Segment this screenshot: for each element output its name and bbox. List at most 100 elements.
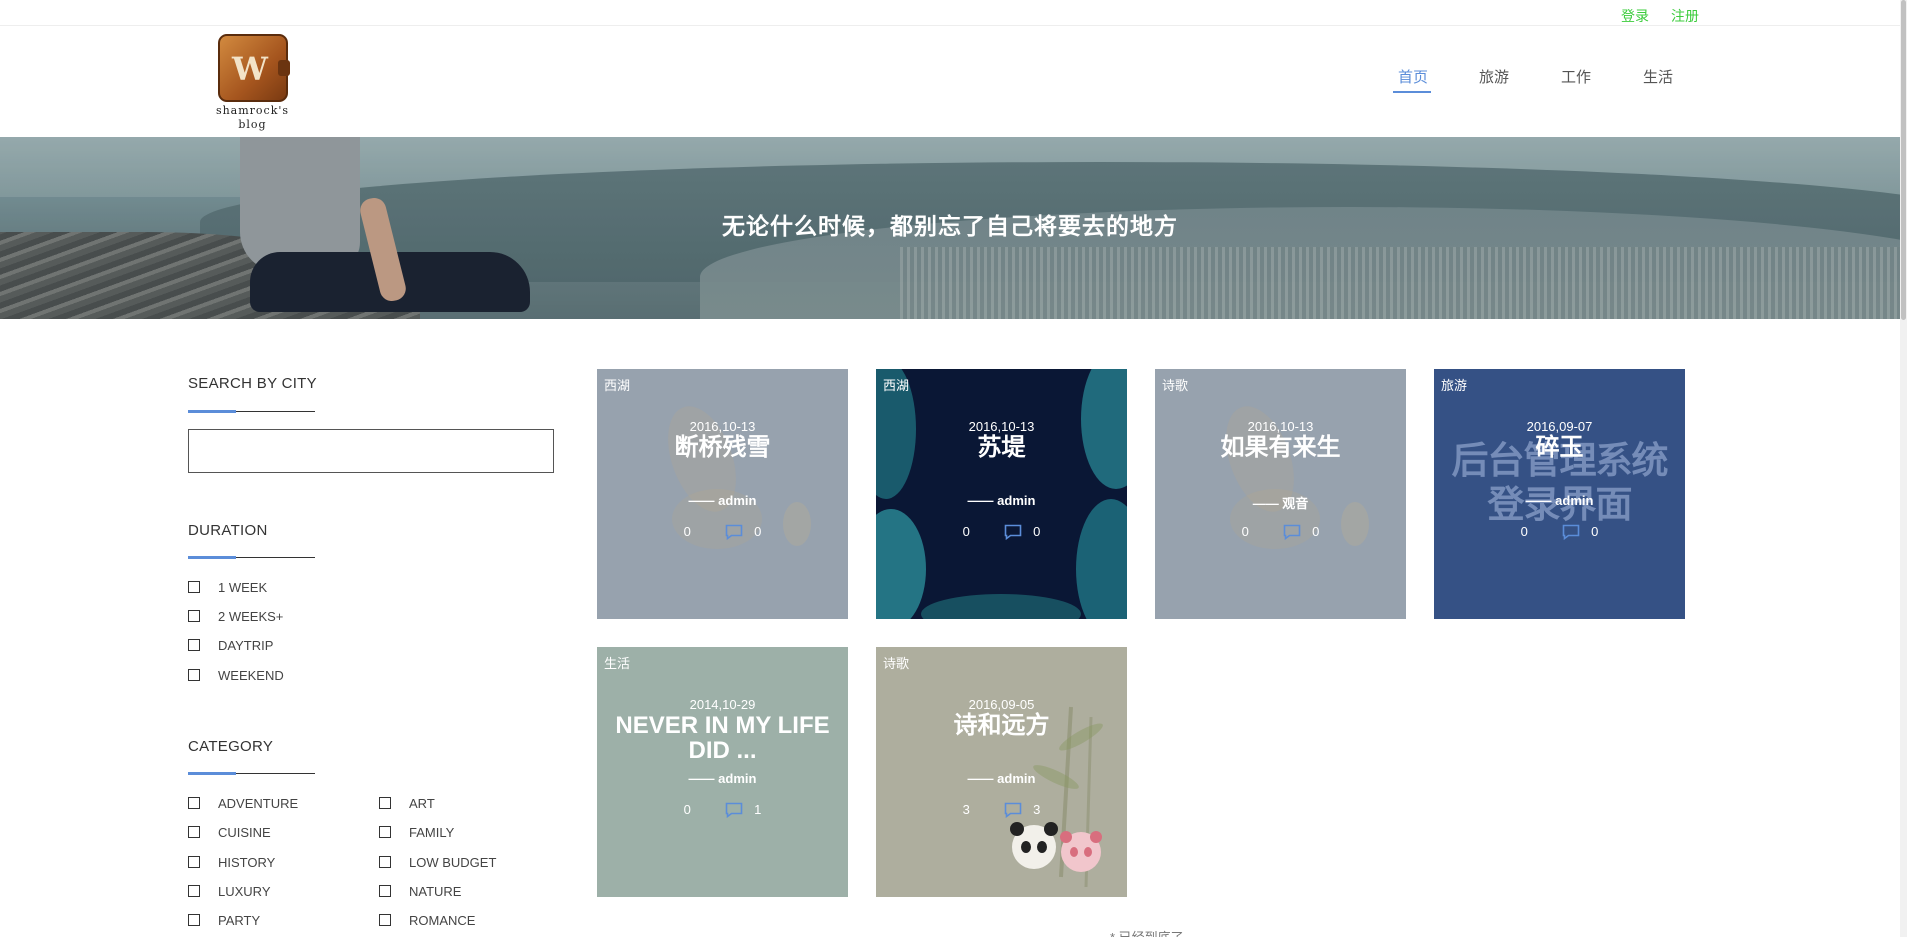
category-option-party[interactable]: PARTY	[188, 913, 260, 929]
checkbox[interactable]	[188, 610, 200, 623]
category-option-low-budget[interactable]: LOW BUDGET	[379, 855, 496, 871]
post-stats: 0 0	[1155, 523, 1406, 540]
post-author: —— admin	[1525, 493, 1594, 508]
post-title[interactable]: 诗和远方	[886, 713, 1117, 738]
post-author: —— admin	[688, 493, 757, 508]
post-date: 2016,10-13	[689, 419, 756, 434]
nav-home[interactable]: 首页	[1398, 66, 1428, 87]
post-tag[interactable]: 旅游	[1441, 375, 1467, 394]
category-option-adventure[interactable]: ADVENTURE	[188, 796, 298, 812]
post-card-4[interactable]: 后台管理系统登录界面 旅游 2016,09-07 碎玉 —— admin 0 0	[1434, 369, 1685, 619]
banner-slogan: 无论什么时候，都别忘了自己将要去的地方	[722, 213, 1178, 239]
logo-text-line1: shamrock's	[215, 104, 290, 117]
category-option-family[interactable]: FAMILY	[379, 825, 454, 841]
site-logo[interactable]: W shamrock's blog	[215, 34, 290, 134]
post-tag[interactable]: 诗歌	[883, 653, 909, 672]
post-author: —— 观音	[1252, 496, 1309, 511]
comment-count: 0	[1312, 524, 1320, 540]
post-title[interactable]: NEVER IN MY LIFE DID ...	[607, 713, 838, 763]
comment-icon	[1562, 524, 1580, 540]
comment-icon	[1004, 524, 1022, 540]
post-tag[interactable]: 生活	[604, 653, 630, 672]
comment-icon	[1004, 802, 1022, 818]
wallet-logo-icon: W	[218, 34, 290, 102]
comment-count: 0	[1033, 524, 1041, 540]
post-title[interactable]: 断桥残雪	[607, 435, 838, 460]
post-title[interactable]: 如果有来生	[1165, 435, 1396, 460]
category-rule	[188, 772, 315, 775]
duration-option-1-week[interactable]: 1 WEEK	[188, 580, 267, 596]
duration-rule	[188, 556, 315, 559]
post-tag[interactable]: 诗歌	[1162, 375, 1188, 394]
post-stats: 0 0	[597, 523, 848, 540]
post-author: —— admin	[688, 771, 757, 786]
view-count: 0	[683, 524, 691, 540]
checkbox[interactable]	[379, 914, 391, 927]
checkbox[interactable]	[188, 856, 200, 869]
duration-option-weekend[interactable]: WEEKEND	[188, 668, 284, 684]
category-option-art[interactable]: ART	[379, 796, 435, 812]
checkbox[interactable]	[379, 826, 391, 839]
view-count: 3	[962, 802, 970, 818]
view-count: 0	[962, 524, 970, 540]
post-title[interactable]: 碎玉	[1444, 435, 1675, 460]
post-date: 2016,09-05	[968, 697, 1035, 712]
category-option-cuisine[interactable]: CUISINE	[188, 825, 271, 841]
view-count: 0	[683, 802, 691, 818]
checkbox[interactable]	[188, 639, 200, 652]
post-tag[interactable]: 西湖	[604, 375, 630, 394]
post-card-6[interactable]: 诗歌 2016,09-05 诗和远方 —— admin 3 3	[876, 647, 1127, 897]
post-date: 2016,10-13	[968, 419, 1035, 434]
comment-count: 0	[754, 524, 762, 540]
logo-monogram: W	[232, 50, 268, 88]
post-stats: 0 0	[1434, 523, 1685, 540]
checkbox[interactable]	[379, 856, 391, 869]
comment-count: 1	[754, 802, 762, 818]
checkbox[interactable]	[188, 885, 200, 898]
checkbox[interactable]	[188, 797, 200, 810]
nav-active-indicator	[1393, 91, 1431, 93]
checkbox[interactable]	[188, 581, 200, 594]
nav-work[interactable]: 工作	[1561, 66, 1591, 87]
checkbox[interactable]	[188, 914, 200, 927]
duration-option-2-weeks[interactable]: 2 WEEKS+	[188, 609, 283, 625]
site-header: W shamrock's blog 首页 旅游 工作 生活	[0, 26, 1907, 137]
scrollbar-thumb[interactable]	[1901, 0, 1906, 320]
hero-banner: 无论什么时候，都别忘了自己将要去的地方	[0, 137, 1900, 319]
comment-icon	[725, 802, 743, 818]
city-search-input[interactable]	[188, 429, 554, 473]
post-title[interactable]: 苏堤	[886, 435, 1117, 460]
post-stats: 0 1	[597, 801, 848, 818]
post-tag[interactable]: 西湖	[883, 375, 909, 394]
checkbox[interactable]	[379, 797, 391, 810]
end-of-list-note: * 已经到底了	[1110, 927, 1184, 937]
checkbox[interactable]	[379, 885, 391, 898]
category-option-history[interactable]: HISTORY	[188, 855, 275, 871]
post-author: —— admin	[967, 493, 1036, 508]
comment-icon	[1283, 524, 1301, 540]
comment-count: 3	[1033, 802, 1041, 818]
post-card-3[interactable]: 诗歌 2016,10-13 如果有来生 —— 观音 0 0	[1155, 369, 1406, 619]
comment-count: 0	[1591, 524, 1599, 540]
category-option-luxury[interactable]: LUXURY	[188, 884, 271, 900]
post-card-5[interactable]: 生活 2014,10-29 NEVER IN MY LIFE DID ... —…	[597, 647, 848, 897]
search-city-rule	[188, 410, 315, 413]
view-count: 0	[1241, 524, 1249, 540]
duration-title: DURATION	[188, 522, 268, 539]
login-link[interactable]: 登录	[1621, 6, 1649, 26]
top-bar: 登录 注册	[0, 0, 1907, 26]
checkbox[interactable]	[188, 826, 200, 839]
nav-travel[interactable]: 旅游	[1479, 66, 1509, 87]
page-scrollbar[interactable]	[1900, 0, 1907, 937]
register-link[interactable]: 注册	[1671, 6, 1699, 26]
nav-life[interactable]: 生活	[1643, 66, 1673, 87]
comment-icon	[725, 524, 743, 540]
post-date: 2014,10-29	[689, 697, 756, 712]
logo-text-line2: blog	[238, 118, 267, 131]
post-card-1[interactable]: 西湖 2016,10-13 断桥残雪 —— admin 0 0	[597, 369, 848, 619]
category-option-romance[interactable]: ROMANCE	[379, 913, 475, 929]
category-option-nature[interactable]: NATURE	[379, 884, 461, 900]
post-card-2[interactable]: 西湖 2016,10-13 苏堤 —— admin 0 0	[876, 369, 1127, 619]
duration-option-daytrip[interactable]: DAYTRIP	[188, 638, 273, 654]
checkbox[interactable]	[188, 669, 200, 682]
